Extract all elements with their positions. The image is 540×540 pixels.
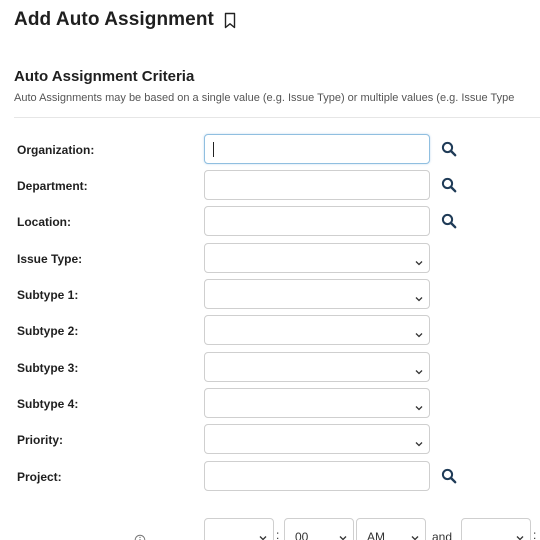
- page-header: Add Auto Assignment: [14, 8, 236, 32]
- subtype-2-select[interactable]: [204, 315, 430, 345]
- chevron-down-icon: [414, 326, 424, 338]
- project-row: Project:: [0, 461, 540, 493]
- location-label: Location:: [17, 215, 71, 229]
- issue-type-row: Issue Type:: [0, 243, 540, 275]
- start-ampm-select[interactable]: AM: [356, 518, 426, 540]
- time-colon: :: [276, 528, 280, 540]
- location-row: Location:: [0, 206, 540, 238]
- and-label: and: [432, 530, 453, 540]
- subtype-4-label: Subtype 4:: [17, 397, 79, 411]
- priority-row: Priority:: [0, 424, 540, 456]
- issue-type-label: Issue Type:: [17, 252, 83, 266]
- search-icon[interactable]: [441, 177, 457, 193]
- text-cursor: [213, 142, 214, 157]
- page: Add Auto Assignment Auto Assignment Crit…: [0, 0, 540, 540]
- chevron-down-icon: [414, 254, 424, 266]
- organization-input[interactable]: [204, 134, 430, 164]
- organization-row: Organization:: [0, 134, 540, 166]
- info-icon[interactable]: [134, 533, 146, 540]
- section-divider: [14, 117, 540, 118]
- location-input[interactable]: [204, 206, 430, 236]
- time-range-row: : 00 AM and :: [0, 518, 540, 540]
- criteria-description: Auto Assignments may be based on a singl…: [14, 92, 515, 104]
- subtype-3-select[interactable]: [204, 352, 430, 382]
- subtype-1-row: Subtype 1:: [0, 279, 540, 311]
- issue-type-select[interactable]: [204, 243, 430, 273]
- chevron-down-icon: [258, 531, 268, 540]
- subtype-2-label: Subtype 2:: [17, 324, 79, 338]
- department-input[interactable]: [204, 170, 430, 200]
- start-hour-select[interactable]: [204, 518, 274, 540]
- start-minute-select[interactable]: 00: [284, 518, 354, 540]
- subtype-4-row: Subtype 4:: [0, 388, 540, 420]
- start-ampm-value: AM: [367, 530, 385, 540]
- search-icon[interactable]: [441, 213, 457, 229]
- subtype-3-label: Subtype 3:: [17, 361, 79, 375]
- bookmark-icon[interactable]: [224, 12, 236, 29]
- chevron-down-icon: [414, 435, 424, 447]
- chevron-down-icon: [414, 290, 424, 302]
- department-row: Department:: [0, 170, 540, 202]
- chevron-down-icon: [515, 531, 525, 540]
- subtype-3-row: Subtype 3:: [0, 352, 540, 384]
- chevron-down-icon: [338, 531, 348, 540]
- start-minute-value: 00: [295, 530, 309, 540]
- criteria-title: Auto Assignment Criteria: [14, 68, 195, 85]
- priority-label: Priority:: [17, 433, 64, 447]
- end-hour-select[interactable]: [461, 518, 531, 540]
- search-icon[interactable]: [441, 141, 457, 157]
- search-icon[interactable]: [441, 468, 457, 484]
- subtype-1-label: Subtype 1:: [17, 288, 79, 302]
- subtype-4-select[interactable]: [204, 388, 430, 418]
- chevron-down-icon: [414, 399, 424, 411]
- page-title: Add Auto Assignment: [14, 9, 214, 30]
- subtype-2-row: Subtype 2:: [0, 315, 540, 347]
- subtype-1-select[interactable]: [204, 279, 430, 309]
- priority-select[interactable]: [204, 424, 430, 454]
- chevron-down-icon: [410, 531, 420, 540]
- project-input[interactable]: [204, 461, 430, 491]
- chevron-down-icon: [414, 363, 424, 375]
- department-label: Department:: [17, 179, 88, 193]
- project-label: Project:: [17, 470, 62, 484]
- organization-label: Organization:: [17, 143, 95, 157]
- time-colon: :: [533, 528, 537, 540]
